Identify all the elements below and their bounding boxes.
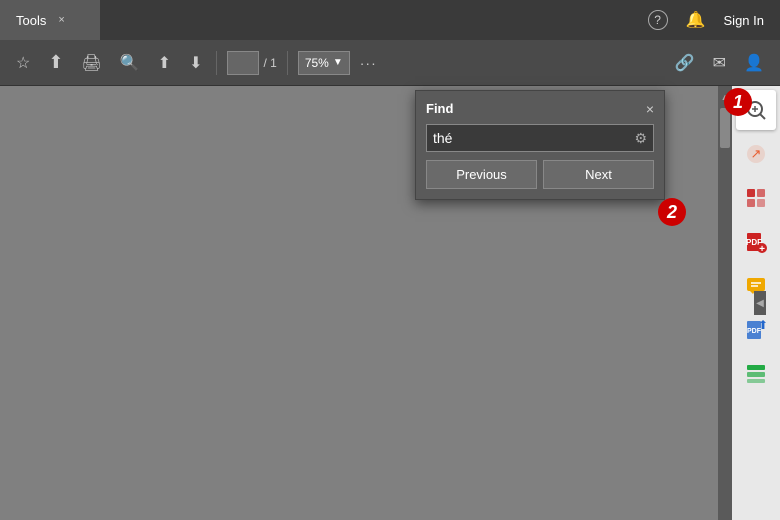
pdf-plus-icon: PDF + bbox=[745, 231, 767, 253]
page-number-input[interactable]: 1 bbox=[227, 51, 259, 75]
tab-bar: Tools × ? 🔔 Sign In bbox=[0, 0, 780, 40]
find-input-row: ⚙ bbox=[426, 124, 654, 152]
badge-1: 1 bbox=[724, 88, 752, 116]
find-buttons: Previous Next bbox=[426, 160, 654, 189]
user-icon[interactable]: 👤 bbox=[740, 49, 768, 77]
print-icon[interactable]: 🖨 bbox=[77, 49, 105, 77]
link-icon[interactable]: 🔗 bbox=[671, 49, 699, 77]
more-button[interactable]: ··· bbox=[360, 55, 377, 71]
right-panel-share-button[interactable]: ↗ bbox=[736, 134, 776, 174]
bell-icon[interactable]: 🔔 bbox=[686, 10, 706, 30]
tab-label: Tools bbox=[16, 13, 46, 28]
right-panel-pdf-plus-button[interactable]: PDF + bbox=[736, 222, 776, 262]
toolbar: ☆ ⬆ 🖨 🔍 ⬆ ⬇ 1 / 1 75% ▼ ··· 🔗 ✉ 👤 bbox=[0, 40, 780, 86]
zoom-select[interactable]: 75% ▼ bbox=[298, 51, 350, 75]
page-separator: / 1 bbox=[263, 56, 276, 70]
tools-tab[interactable]: Tools × bbox=[0, 0, 100, 40]
combine-icon bbox=[745, 187, 767, 209]
zoom-value: 75% bbox=[305, 56, 329, 70]
separator-1 bbox=[216, 51, 217, 75]
svg-text:+: + bbox=[759, 244, 765, 253]
tab-close-icon[interactable]: × bbox=[58, 14, 64, 26]
find-close-icon[interactable]: × bbox=[646, 102, 654, 116]
panel-collapse-arrow[interactable]: ◀ bbox=[754, 291, 766, 315]
scroll-thumb[interactable] bbox=[720, 108, 730, 148]
find-search-input[interactable] bbox=[433, 127, 634, 149]
find-header: Find × bbox=[426, 101, 654, 116]
right-panel-organize-button[interactable] bbox=[736, 354, 776, 394]
upload-icon[interactable]: ⬆ bbox=[44, 48, 67, 77]
email-icon[interactable]: ✉ bbox=[709, 49, 730, 77]
scrollbar: ▲ bbox=[718, 86, 732, 520]
tab-actions: ? 🔔 Sign In bbox=[632, 0, 780, 40]
bookmark-icon[interactable]: ☆ bbox=[12, 49, 34, 77]
tab-spacer bbox=[100, 0, 632, 40]
help-icon[interactable]: ? bbox=[648, 10, 668, 30]
sign-in-button[interactable]: Sign In bbox=[724, 13, 764, 28]
separator-2 bbox=[287, 51, 288, 75]
organize-icon bbox=[745, 363, 767, 385]
find-previous-button[interactable]: Previous bbox=[426, 160, 537, 189]
svg-text:⬆: ⬆ bbox=[758, 319, 767, 332]
find-next-button[interactable]: Next bbox=[543, 160, 654, 189]
export-icon: PDF ⬆ bbox=[745, 319, 767, 341]
find-title: Find bbox=[426, 101, 453, 116]
page-navigation: 1 / 1 bbox=[227, 51, 276, 75]
upload2-icon[interactable]: ⬆ bbox=[154, 49, 175, 77]
badge-2: 2 bbox=[658, 198, 686, 226]
pdf-area: Find × ⚙ Previous Next bbox=[0, 86, 718, 520]
zoom-icon[interactable]: 🔍 bbox=[116, 49, 144, 77]
right-panel-combine-button[interactable] bbox=[736, 178, 776, 218]
download-icon[interactable]: ⬇ bbox=[185, 49, 206, 77]
find-settings-icon[interactable]: ⚙ bbox=[634, 130, 647, 147]
right-panel-export-button[interactable]: PDF ⬆ bbox=[736, 310, 776, 350]
zoom-dropdown-icon: ▼ bbox=[333, 57, 343, 68]
svg-text:↗: ↗ bbox=[751, 146, 762, 161]
find-dialog: Find × ⚙ Previous Next bbox=[415, 90, 665, 200]
main-area: Find × ⚙ Previous Next ▲ ◀ bbox=[0, 86, 780, 520]
share-icon: ↗ bbox=[745, 143, 767, 165]
